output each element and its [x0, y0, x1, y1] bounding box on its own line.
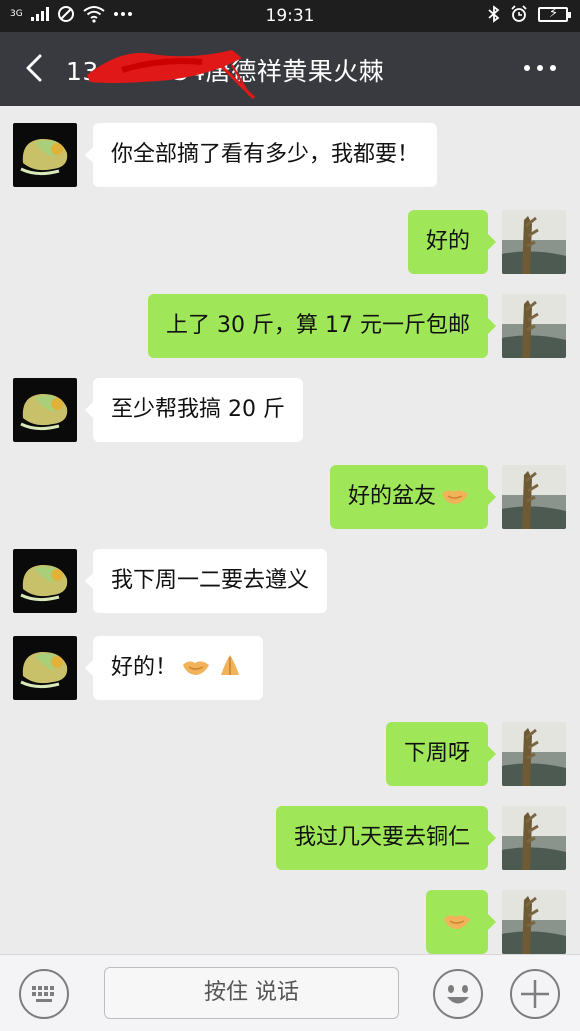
message-bubble[interactable] [426, 890, 496, 954]
more-horizontal-icon[interactable] [520, 58, 560, 78]
keyboard-icon[interactable] [18, 968, 70, 1020]
message-text: 至少帮我搞 20 斤 [111, 397, 285, 422]
back-icon[interactable] [16, 48, 56, 88]
chat-header: 13 521034唐德祥黄果火棘 [0, 32, 580, 106]
message-text: 好的盆友 [347, 484, 436, 509]
contact-avatar[interactable] [13, 549, 77, 613]
contact-avatar[interactable] [13, 636, 77, 700]
message-bubble[interactable]: 上了 30 斤，算 17 元一斤包邮 [148, 294, 496, 358]
status-bar: 3G 19:31 ⚡ [0, 0, 580, 32]
bluetooth-icon [488, 5, 500, 23]
message-text: 下周呀 [403, 741, 470, 766]
message-bubble[interactable]: 好的 [407, 210, 497, 274]
message-bubble[interactable]: 好的！ [84, 636, 264, 700]
message-bubble[interactable]: 你全部摘了看有多少，我都要！ [84, 123, 438, 187]
handshake-emoji [442, 490, 468, 504]
hold-to-talk-button[interactable]: 按住 说话 [104, 967, 399, 1019]
my-avatar[interactable] [502, 294, 566, 358]
my-avatar[interactable] [502, 890, 566, 954]
alarm-icon [511, 5, 527, 22]
message-text: 好的 [425, 229, 470, 254]
contact-avatar[interactable] [13, 378, 77, 442]
message-text: 好的！ [111, 655, 178, 680]
redaction-scribble [87, 50, 256, 100]
handshake-emoji [183, 661, 210, 675]
status-right: ⚡ [488, 5, 571, 23]
pray-emoji [221, 655, 240, 675]
my-avatar[interactable] [502, 210, 566, 274]
message-text: 你全部摘了看有多少，我都要！ [111, 142, 420, 167]
my-avatar[interactable] [502, 722, 566, 786]
message-bubble[interactable]: 我过几天要去铜仁 [275, 806, 497, 870]
message-bubble[interactable]: 至少帮我搞 20 斤 [85, 378, 303, 442]
message-text: 我下周一二要去遵义 [111, 568, 310, 593]
message-text: 我过几天要去铜仁 [293, 825, 470, 850]
plus-icon[interactable] [509, 968, 561, 1020]
my-avatar[interactable] [502, 465, 566, 529]
message-bubble[interactable]: 我下周一二要去遵义 [84, 549, 328, 613]
battery-icon: ⚡ [538, 6, 571, 22]
message-text: 上了 30 斤，算 17 元一斤包邮 [166, 313, 470, 338]
my-avatar[interactable] [502, 806, 566, 870]
chat-messages[interactable]: 你全部摘了看有多少，我都要！ 好的 上了 30 斤，算 17 元一斤包邮 至少帮… [0, 106, 580, 954]
message-bubble[interactable]: 下周呀 [385, 722, 497, 786]
contact-avatar[interactable] [13, 123, 77, 187]
input-bar: 按住 说话 [0, 954, 580, 1031]
smiley-icon[interactable] [432, 968, 484, 1020]
handshake-emoji [444, 915, 470, 929]
message-bubble[interactable]: 好的盆友 [329, 465, 497, 529]
